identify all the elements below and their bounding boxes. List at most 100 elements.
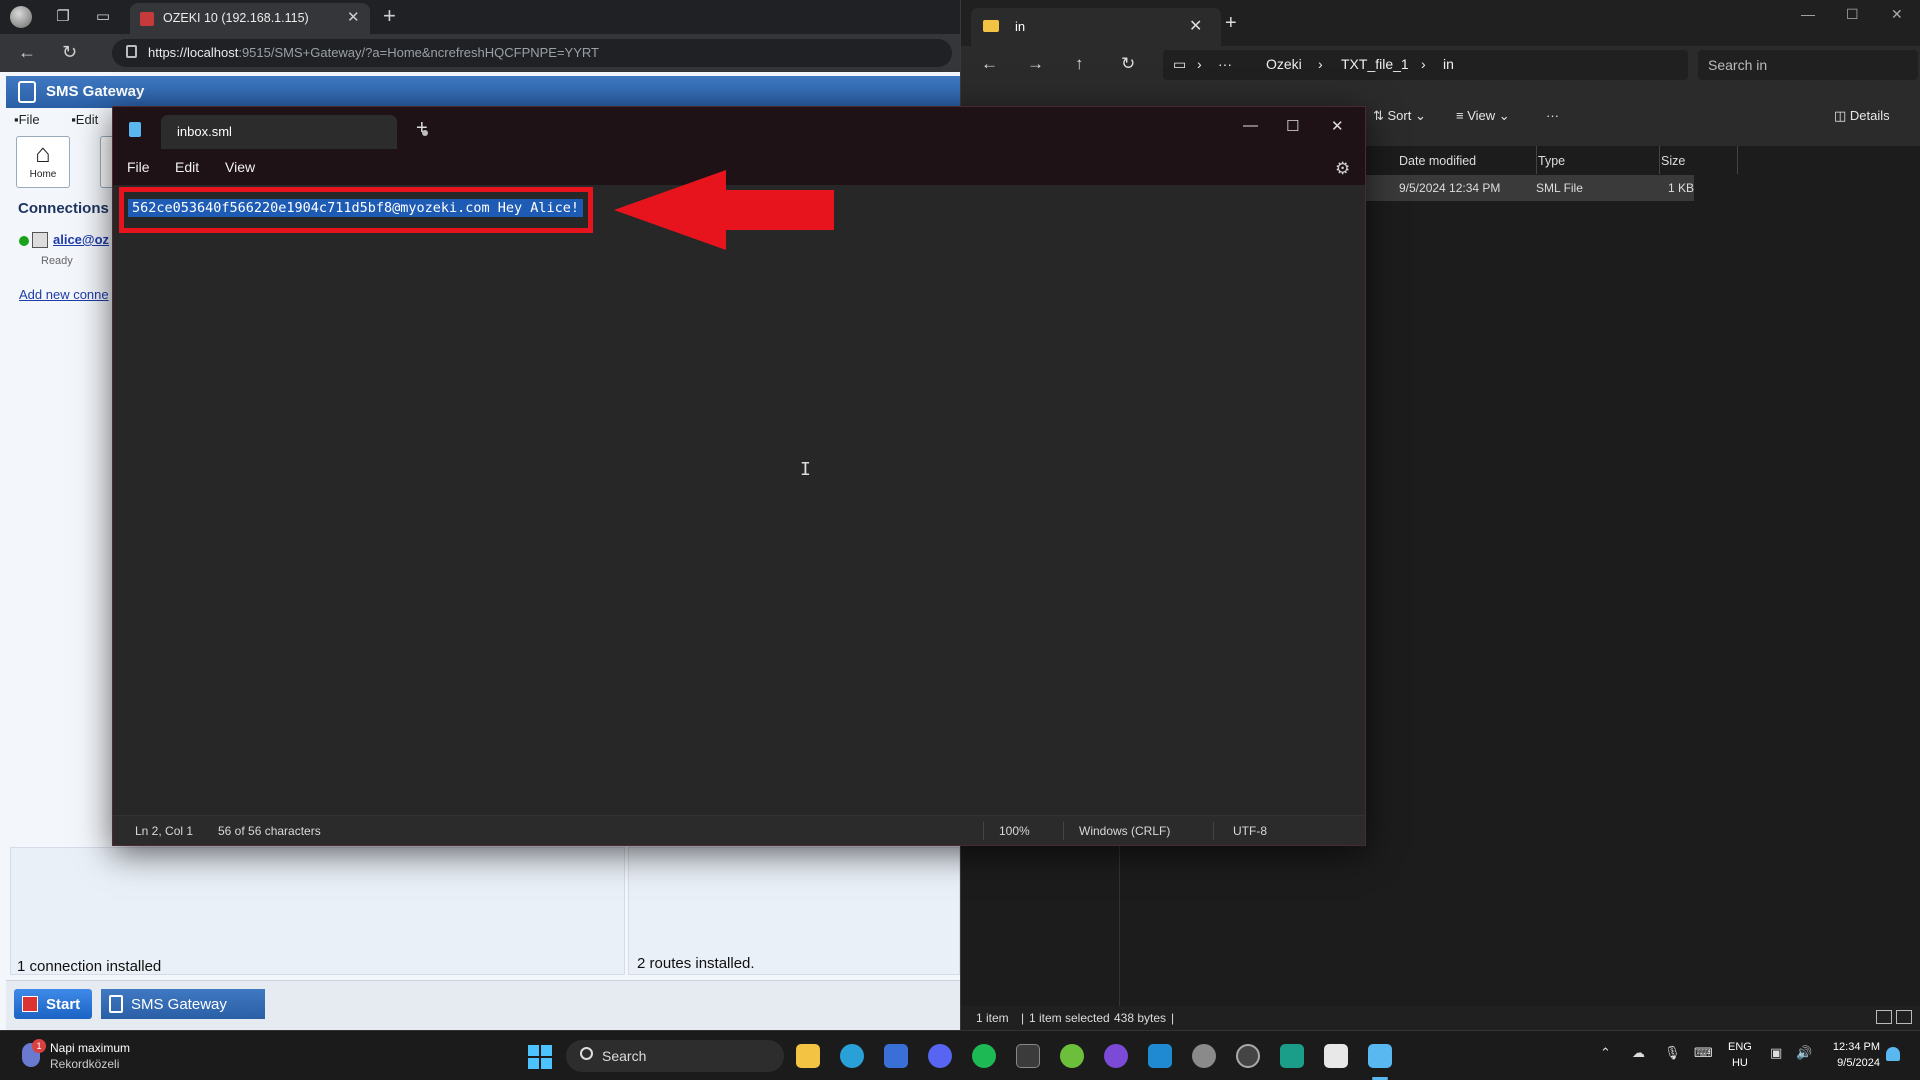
minimize-icon[interactable]: —	[1801, 6, 1815, 22]
settings-gear-icon[interactable]: ⚙	[1335, 159, 1350, 179]
volume-icon[interactable]: 🔊	[1796, 1045, 1812, 1061]
microphone-icon[interactable]: 🎙	[1664, 1045, 1681, 1061]
cursor-position: Ln 2, Col 1	[135, 824, 194, 838]
column-date-modified[interactable]: Date modified	[1399, 154, 1476, 168]
add-connection-link[interactable]: Add new conne	[19, 287, 109, 302]
connection-link[interactable]: alice@oz	[53, 232, 109, 247]
more-options-icon[interactable]: ···	[1546, 108, 1559, 123]
workspaces-icon[interactable]: ❐	[52, 6, 74, 28]
breadcrumb-item[interactable]: TXT_file_1	[1341, 56, 1409, 72]
maximize-icon[interactable]: ☐	[1286, 117, 1299, 135]
system-clock[interactable]: 12:34 PM 9/5/2024	[1820, 1039, 1880, 1071]
maximize-icon[interactable]: ☐	[1846, 6, 1859, 23]
back-icon[interactable]: ←	[18, 42, 36, 63]
edge-icon[interactable]	[840, 1044, 864, 1068]
ozeki-start-button[interactable]: Start	[14, 989, 92, 1019]
notification-bell-icon[interactable]	[1886, 1047, 1900, 1061]
onedrive-icon[interactable]: ☁	[1632, 1045, 1645, 1061]
folder-icon	[983, 20, 999, 32]
close-tab-icon[interactable]: ✕	[1189, 16, 1202, 36]
notepad-titlebar: inbox.sml + — ☐ ✕	[113, 107, 1365, 149]
menu-file[interactable]: File	[127, 159, 150, 175]
tab-actions-icon[interactable]: ▭	[92, 6, 114, 28]
close-window-icon[interactable]: ✕	[1891, 6, 1903, 23]
text-editor[interactable]: 562ce053640f566220e1904c711d5bf8@myozeki…	[113, 185, 1365, 815]
sms-menu-edit[interactable]: ▪Edit	[71, 112, 112, 127]
home-button[interactable]: ⌂ Home	[16, 136, 70, 188]
tiles-view-icon[interactable]	[1896, 1010, 1912, 1024]
discord-icon[interactable]	[928, 1044, 952, 1068]
view-button[interactable]: ≡ View ⌄	[1456, 108, 1510, 124]
sms-gateway-menu: ▪File ▪Edit	[14, 112, 126, 127]
browser-tab-ozeki[interactable]: OZEKI 10 (192.168.1.115) ✕	[130, 3, 370, 34]
column-size[interactable]: Size	[1661, 154, 1685, 168]
column-divider[interactable]	[1659, 146, 1660, 174]
connection-status-dot-icon	[19, 236, 29, 246]
column-type[interactable]: Type	[1538, 154, 1565, 168]
new-tab-icon[interactable]: +	[1225, 12, 1237, 35]
vscode-icon[interactable]	[1148, 1044, 1172, 1068]
breadcrumb[interactable]: ▭ › ··· Ozeki › TXT_file_1 › in	[1163, 50, 1688, 80]
ozeki-taskbar-sms-gateway[interactable]: SMS Gateway	[101, 989, 265, 1019]
status-separator	[983, 822, 984, 840]
this-pc-icon[interactable]: ▭	[1173, 56, 1186, 73]
details-button[interactable]: ◫ Details	[1834, 108, 1890, 124]
connections-pane	[10, 847, 625, 975]
file-row[interactable]: 9/5/2024 12:34 PM SML File 1 KB	[1358, 175, 1694, 201]
breadcrumb-item[interactable]: Ozeki	[1266, 56, 1302, 72]
sort-button[interactable]: ⇅ Sort ⌄	[1373, 108, 1426, 124]
line-ending[interactable]: Windows (CRLF)	[1079, 824, 1170, 838]
language-indicator[interactable]: ENG HU	[1728, 1039, 1752, 1071]
taskbar-search-label: Search	[602, 1048, 647, 1064]
close-window-icon[interactable]: ✕	[1331, 117, 1344, 135]
pycharm-icon[interactable]	[1280, 1044, 1304, 1068]
profile-avatar[interactable]	[10, 6, 32, 28]
snipping-tool-icon[interactable]	[1324, 1044, 1348, 1068]
utorrent-icon[interactable]	[1060, 1044, 1084, 1068]
taskbar-search[interactable]: Search	[566, 1040, 784, 1072]
file-type: SML File	[1536, 181, 1583, 195]
status-divider: |	[1171, 1011, 1175, 1025]
file-explorer-icon[interactable]	[796, 1044, 820, 1068]
clock-date: 9/5/2024	[1837, 1057, 1880, 1069]
network-icon[interactable]: ▣	[1770, 1045, 1782, 1061]
up-icon[interactable]: ↑	[1075, 54, 1084, 74]
ozeki-start-icon	[22, 996, 38, 1012]
address-bar[interactable]: https://localhost:9515/SMS+Gateway/?a=Ho…	[112, 39, 952, 67]
explorer-tab[interactable]: in ✕	[971, 8, 1221, 46]
github-icon[interactable]	[1104, 1044, 1128, 1068]
forward-icon[interactable]: →	[1027, 54, 1044, 74]
column-divider[interactable]	[1737, 146, 1738, 174]
notepad-taskbar-icon[interactable]	[1368, 1044, 1392, 1068]
zoom-level[interactable]: 100%	[999, 824, 1030, 838]
tray-overflow-icon[interactable]: ⌃	[1600, 1045, 1611, 1061]
keyboard-icon[interactable]: ⌨	[1694, 1045, 1713, 1061]
reload-icon[interactable]: ↻	[62, 42, 77, 63]
new-tab-icon[interactable]: +	[416, 117, 428, 140]
connections-title: Connections	[18, 200, 109, 217]
details-view-icon[interactable]	[1876, 1010, 1892, 1024]
search-input[interactable]: Search in	[1698, 50, 1918, 80]
windows-start-icon[interactable]	[528, 1045, 552, 1069]
file-date: 9/5/2024 12:34 PM	[1399, 181, 1501, 195]
chrome-icon[interactable]	[1236, 1044, 1260, 1068]
sms-menu-file[interactable]: ▪File	[14, 112, 54, 127]
close-tab-icon[interactable]: ✕	[347, 8, 360, 26]
more-locations-icon[interactable]: ···	[1218, 56, 1232, 72]
spotify-icon[interactable]	[972, 1044, 996, 1068]
column-divider[interactable]	[1536, 146, 1537, 174]
breadcrumb-item[interactable]: in	[1443, 56, 1454, 72]
menu-view[interactable]: View	[225, 159, 255, 175]
selection-count: 1 item selected	[1029, 1011, 1110, 1025]
explorer-tab-title: in	[1015, 19, 1026, 34]
back-icon[interactable]: ←	[981, 54, 998, 74]
encoding[interactable]: UTF-8	[1233, 824, 1267, 838]
store-icon[interactable]	[884, 1044, 908, 1068]
menu-edit[interactable]: Edit	[175, 159, 199, 175]
terminal-icon[interactable]	[1016, 1044, 1040, 1068]
new-tab-icon[interactable]: +	[383, 3, 396, 29]
refresh-icon[interactable]: ↻	[1121, 54, 1135, 74]
weather-line-1: Napi maximum	[50, 1041, 131, 1055]
minimize-icon[interactable]: —	[1243, 117, 1258, 134]
settings-icon[interactable]	[1192, 1044, 1216, 1068]
